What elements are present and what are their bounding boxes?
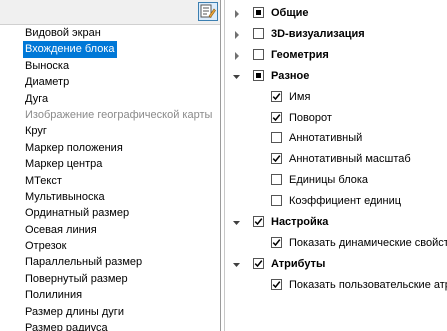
triangle-right-icon[interactable] [232, 51, 242, 61]
tree-group-row[interactable]: Геометрия [225, 46, 447, 66]
tree-item-row[interactable]: Показать пользовательские атрибуты [225, 276, 447, 296]
tree-item-row[interactable]: Аннотативный [225, 129, 447, 149]
list-item[interactable]: Размер длины дуги [24, 304, 213, 320]
list-item[interactable]: Размер радиуса [24, 320, 213, 331]
checkbox[interactable] [271, 111, 282, 123]
partial-check-icon [256, 10, 261, 15]
list-item[interactable]: Мультивыноска [24, 189, 213, 205]
checkbox[interactable] [253, 27, 264, 39]
list-item[interactable]: Полилиния [24, 287, 213, 303]
tree-item-row[interactable]: Коэффициент единиц [225, 192, 447, 212]
tree-group-label: Настройка [271, 216, 329, 228]
checkbox[interactable] [271, 174, 282, 186]
list-item[interactable]: Маркер положения [24, 140, 213, 156]
checkmark-icon [272, 113, 281, 121]
list-item[interactable]: Осевая линия [24, 222, 213, 238]
partial-check-icon [256, 72, 261, 78]
checkbox[interactable] [253, 7, 264, 18]
tree-item-row[interactable]: Имя [225, 88, 447, 108]
tree-group-label: 3D-визуализация [271, 27, 365, 40]
tree-item-label: Аннотативный масштаб [289, 153, 411, 166]
tree-item-label: Имя [289, 90, 311, 103]
list-item[interactable]: Параллельный размер [24, 254, 213, 270]
checkbox[interactable] [271, 236, 282, 248]
edit-list-button[interactable] [198, 2, 218, 21]
edit-list-icon [200, 4, 216, 18]
list-toolbar [0, 0, 220, 25]
tree-item-label: Аннотативный [289, 132, 363, 145]
checkbox[interactable] [253, 69, 264, 81]
checkbox[interactable] [271, 132, 282, 144]
tree-group-row[interactable]: 3D-визуализация [225, 25, 447, 45]
object-type-list-pane: Видовой экран Вхождение блока Выноска Диаме… [0, 0, 221, 331]
tree-item-label: Поворот [289, 111, 332, 124]
tree-group-label: Атрибуты [271, 257, 326, 270]
triangle-down-icon[interactable] [232, 218, 242, 228]
list-item[interactable]: Отрезок [24, 238, 213, 254]
checkmark-icon [254, 259, 263, 267]
list-item[interactable]: Вхождение блока [23, 41, 117, 58]
checkbox[interactable] [253, 257, 264, 269]
tree-item-row[interactable]: Поворот [225, 109, 447, 129]
triangle-right-icon[interactable] [232, 9, 242, 19]
triangle-down-icon[interactable] [232, 72, 242, 82]
list-item[interactable]: Круг [24, 123, 213, 139]
object-type-list: Видовой экран Вхождение блока Выноска Диаме… [23, 25, 213, 331]
checkmark-icon [272, 92, 281, 100]
tree-item-label: Коэффициент единиц [289, 195, 402, 208]
tree-group-row[interactable]: Разное [225, 67, 447, 87]
tree-item-label: Показать динамические свойства [289, 236, 447, 249]
checkmark-icon [272, 155, 281, 163]
tree-group-label: Общие [271, 7, 309, 19]
checkbox[interactable] [253, 216, 264, 227]
list-item[interactable]: Ординатный размер [24, 205, 213, 221]
tree-group-row[interactable]: Настройка [225, 213, 447, 233]
checkmark-icon [254, 218, 263, 226]
checkbox[interactable] [271, 195, 282, 207]
tree-group-row[interactable]: Общие [225, 4, 447, 24]
tree-item-row[interactable]: Аннотативный масштаб [225, 150, 447, 170]
triangle-right-icon[interactable] [232, 30, 242, 40]
list-item[interactable]: Диаметр [24, 74, 213, 90]
list-item[interactable]: Видовой экран [24, 25, 213, 41]
tree-item-row[interactable]: Единицы блока [225, 171, 447, 191]
tree-item-label: Единицы блока [289, 174, 369, 187]
list-item[interactable]: Выноска [24, 58, 213, 74]
tree-group-row[interactable]: Атрибуты [225, 255, 447, 275]
list-item[interactable]: Повернутый размер [24, 271, 213, 287]
list-item[interactable]: МТекст [24, 173, 213, 189]
checkbox[interactable] [271, 278, 282, 290]
checkbox[interactable] [253, 48, 264, 60]
checkbox[interactable] [271, 90, 282, 102]
property-tree-pane: Общие 3D-визуализация Геометрия Разное Имя По… [224, 0, 447, 331]
tree-group-label: Геометрия [271, 48, 329, 61]
list-item[interactable]: Маркер центра [24, 156, 213, 172]
tree-group-label: Разное [271, 69, 310, 82]
tree-item-row[interactable]: Показать динамические свойства [225, 234, 447, 254]
list-item[interactable]: Дуга [24, 91, 213, 107]
checkmark-icon [272, 239, 281, 247]
tree-item-label: Показать пользовательские атрибуты [289, 278, 447, 291]
checkmark-icon [272, 280, 281, 288]
list-item: Изображение географической карты [25, 108, 213, 121]
checkbox[interactable] [271, 153, 282, 165]
triangle-down-icon[interactable] [232, 260, 242, 270]
